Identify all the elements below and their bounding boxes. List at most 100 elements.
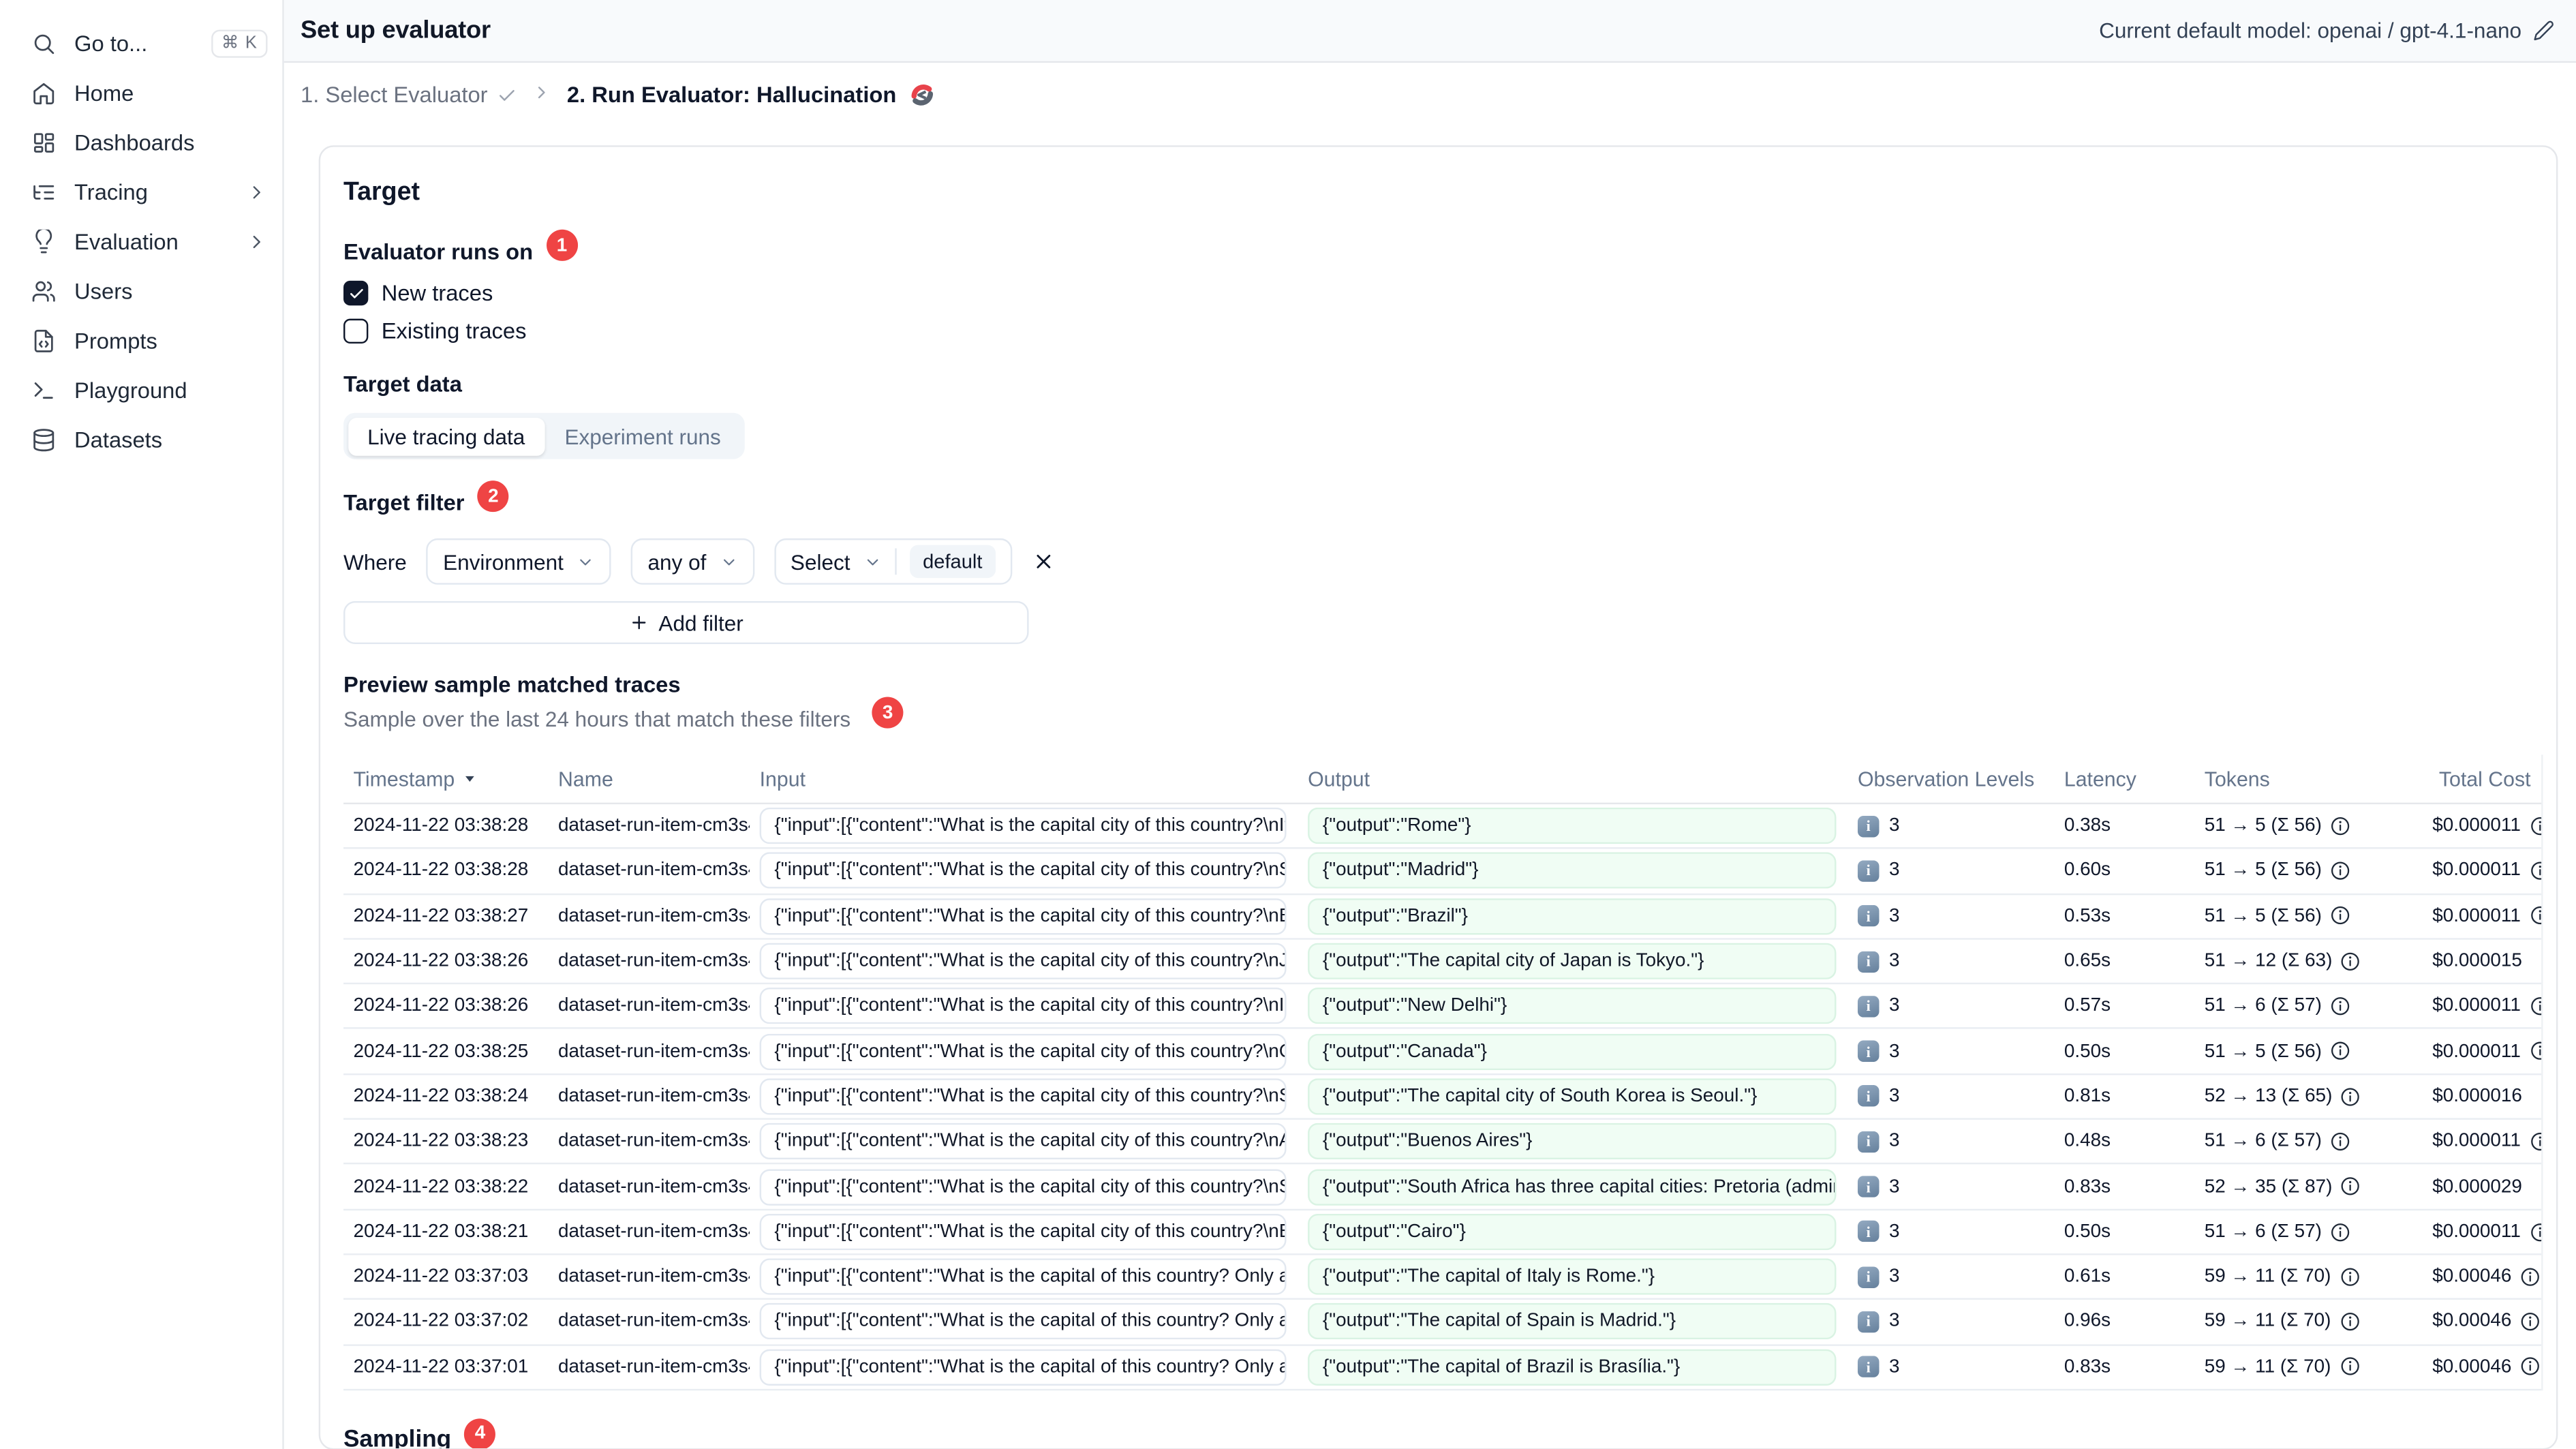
add-filter-button[interactable]: Add filter	[343, 601, 1029, 645]
cell-output[interactable]: {"output":"South Africa has three capita…	[1308, 1168, 1837, 1205]
column-header-observation-levels[interactable]: Observation Levels	[1847, 767, 2054, 791]
cell-input[interactable]: {"input":[{"content":"What is the capita…	[759, 1033, 1287, 1070]
cell-input[interactable]: {"input":[{"content":"What is the capita…	[759, 943, 1287, 979]
info-icon	[2340, 1313, 2359, 1331]
filter-operator-select[interactable]: any of	[631, 538, 754, 585]
checkbox-label: New traces	[381, 280, 493, 306]
column-header-latency[interactable]: Latency	[2054, 767, 2194, 791]
cell-output[interactable]: {"output":"Brazil"}	[1308, 898, 1837, 934]
cell-input[interactable]: {"input":[{"content":"What is the capita…	[759, 1303, 1287, 1341]
table-row[interactable]: 2024-11-22 03:38:28 dataset-run-item-cm3s…	[343, 804, 2542, 850]
cell-output[interactable]: {"output":"Cairo"}	[1308, 1213, 1837, 1250]
cell-tokens: 51 → 5 (Σ 56)	[2194, 906, 2429, 926]
level-info-icon: i	[1857, 1266, 1880, 1288]
app-window: Go to... ⌘ K Home Dashboards Tracing Eva…	[0, 0, 2576, 1449]
cell-tokens: 59 → 11 (Σ 70)	[2194, 1266, 2429, 1287]
breadcrumb-step-select-evaluator[interactable]: 1. Select Evaluator	[301, 82, 517, 108]
check-icon	[500, 89, 515, 100]
cell-input[interactable]: {"input":[{"content":"What is the capita…	[759, 1213, 1287, 1250]
info-icon	[2530, 1223, 2542, 1241]
target-card: Target Evaluator runs on 1 New traces Ex…	[318, 145, 2558, 1449]
info-icon	[2530, 861, 2542, 881]
sidebar-item-prompts[interactable]: Prompts	[0, 316, 282, 365]
remove-filter-button[interactable]	[1032, 550, 1055, 573]
info-icon	[2331, 861, 2350, 881]
level-info-icon: i	[1857, 1176, 1880, 1198]
info-icon	[2530, 1042, 2542, 1061]
cell-output[interactable]: {"output":"The capital of Italy is Rome.…	[1308, 1258, 1837, 1295]
sidebar-item-datasets[interactable]: Datasets	[0, 414, 282, 464]
step-badge-2: 2	[477, 481, 509, 513]
sidebar-item-tracing[interactable]: Tracing	[0, 167, 282, 217]
table-row[interactable]: 2024-11-22 03:38:22 dataset-run-item-cm3s…	[343, 1165, 2542, 1210]
cell-output[interactable]: {"output":"The capital city of South Kor…	[1308, 1078, 1837, 1115]
cell-name: dataset-run-item-cm3s4	[558, 1311, 750, 1332]
filter-column-select[interactable]: Environment	[426, 538, 612, 585]
tab-live-tracing-data[interactable]: Live tracing data	[348, 416, 545, 455]
cell-input[interactable]: {"input":[{"content":"What is the capita…	[759, 1348, 1287, 1386]
cell-input[interactable]: {"input":[{"content":"What is the capita…	[759, 988, 1287, 1025]
sidebar-item-evaluation[interactable]: Evaluation	[0, 216, 282, 266]
table-row[interactable]: 2024-11-22 03:38:28 dataset-run-item-cm3s…	[343, 849, 2542, 895]
cell-output[interactable]: {"output":"Canada"}	[1308, 1033, 1837, 1070]
sidebar-item-users[interactable]: Users	[0, 266, 282, 316]
step-badge-4: 4	[464, 1418, 496, 1449]
table-row[interactable]: 2024-11-22 03:38:23 dataset-run-item-cm3s…	[343, 1120, 2542, 1165]
chevron-down-icon	[580, 558, 592, 565]
table-row[interactable]: 2024-11-22 03:38:24 dataset-run-item-cm3s…	[343, 1075, 2542, 1120]
cell-input[interactable]: {"input":[{"content":"What is the capita…	[759, 808, 1287, 844]
cell-input[interactable]: {"input":[{"content":"What is the capita…	[759, 1078, 1287, 1115]
cell-latency: 0.53s	[2064, 906, 2111, 926]
checkbox-checked-icon[interactable]	[343, 280, 369, 306]
table-row[interactable]: 2024-11-22 03:37:03 dataset-run-item-cm3s…	[343, 1255, 2542, 1300]
column-header-name[interactable]: Name	[548, 767, 750, 791]
cell-input[interactable]: {"input":[{"content":"What is the capita…	[759, 853, 1287, 889]
column-header-timestamp[interactable]: Timestamp	[343, 767, 548, 790]
table-row[interactable]: 2024-11-22 03:37:02 dataset-run-item-cm3s…	[343, 1300, 2542, 1345]
sidebar-item-dashboards[interactable]: Dashboards	[0, 117, 282, 167]
cell-output[interactable]: {"output":"Buenos Aires"}	[1308, 1123, 1837, 1160]
table-row[interactable]: 2024-11-22 03:38:21 dataset-run-item-cm3s…	[343, 1210, 2542, 1255]
cell-input[interactable]: {"input":[{"content":"What is the capita…	[759, 1168, 1287, 1205]
table-row[interactable]: 2024-11-22 03:38:26 dataset-run-item-cm3s…	[343, 985, 2542, 1030]
sidebar-item-playground[interactable]: Playground	[0, 365, 282, 415]
cell-output[interactable]: {"output":"The capital of Spain is Madri…	[1308, 1303, 1837, 1341]
cell-total-cost: $0.000011	[2429, 861, 2542, 881]
filter-value-select[interactable]: Select default	[773, 538, 1013, 585]
cell-observation-levels: i3	[1847, 1311, 2054, 1333]
cell-total-cost: $0.000011	[2429, 1221, 2542, 1242]
column-header-input[interactable]: Input	[750, 767, 1298, 791]
checkbox-existing-traces[interactable]: Existing traces	[343, 318, 2540, 344]
cell-name: dataset-run-item-cm3s4	[558, 996, 750, 1016]
level-info-icon: i	[1857, 950, 1880, 973]
default-model-label: Current default model: openai / gpt-4.1-…	[2099, 18, 2522, 44]
cell-input[interactable]: {"input":[{"content":"What is the capita…	[759, 898, 1287, 934]
cell-input[interactable]: {"input":[{"content":"What is the capita…	[759, 1258, 1287, 1295]
cell-latency: 0.50s	[2064, 1221, 2111, 1242]
column-header-output[interactable]: Output	[1298, 767, 1848, 791]
cell-output[interactable]: {"output":"The capital city of Japan is …	[1308, 943, 1837, 979]
checkbox-new-traces[interactable]: New traces	[343, 280, 2540, 306]
table-row[interactable]: 2024-11-22 03:38:25 dataset-run-item-cm3s…	[343, 1030, 2542, 1075]
table-row[interactable]: 2024-11-22 03:38:26 dataset-run-item-cm3s…	[343, 939, 2542, 985]
sidebar-item-label: Tracing	[74, 179, 148, 204]
sampling-title: Sampling	[343, 1427, 452, 1449]
cell-output[interactable]: {"output":"Rome"}	[1308, 808, 1837, 844]
cell-latency: 0.83s	[2064, 1357, 2111, 1377]
target-section-title: Target	[343, 178, 420, 207]
cell-output[interactable]: {"output":"New Delhi"}	[1308, 988, 1837, 1025]
tab-experiment-runs[interactable]: Experiment runs	[545, 417, 741, 455]
column-header-tokens[interactable]: Tokens	[2194, 767, 2429, 791]
goto-button[interactable]: Go to... ⌘ K	[0, 18, 282, 68]
cell-output[interactable]: {"output":"Madrid"}	[1308, 853, 1837, 889]
column-header-total-cost[interactable]: Total Cost	[2429, 767, 2541, 791]
default-model-button[interactable]: Current default model: openai / gpt-4.1-…	[2099, 18, 2554, 43]
cell-input[interactable]: {"input":[{"content":"What is the capita…	[759, 1123, 1287, 1160]
checkbox-unchecked-icon[interactable]	[343, 318, 369, 344]
cell-output[interactable]: {"output":"The capital of Brazil is Bras…	[1308, 1348, 1837, 1386]
info-icon	[2521, 1358, 2539, 1376]
table-row[interactable]: 2024-11-22 03:38:27 dataset-run-item-cm3s…	[343, 894, 2542, 940]
cell-tokens: 51 → 12 (Σ 63)	[2194, 951, 2429, 971]
table-row[interactable]: 2024-11-22 03:37:01 dataset-run-item-cm3s…	[343, 1345, 2542, 1390]
sidebar-item-home[interactable]: Home	[0, 67, 282, 117]
